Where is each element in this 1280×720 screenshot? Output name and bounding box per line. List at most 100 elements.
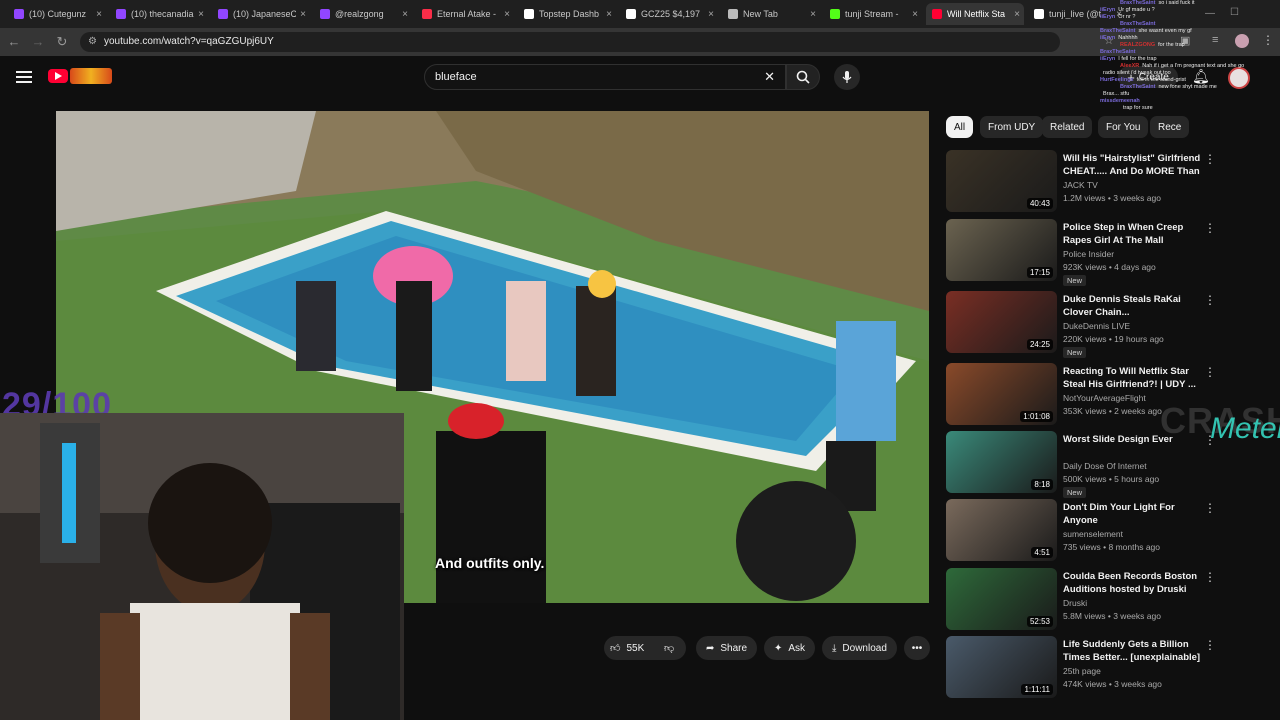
- video-title[interactable]: Police Step in When Creep Rapes Girl At …: [1063, 221, 1203, 247]
- browser-tab[interactable]: (10) thecanadia ×: [110, 3, 208, 25]
- chat-text: Nahhhh: [1118, 35, 1138, 41]
- channel-name[interactable]: 25th page: [1063, 666, 1101, 676]
- channel-name[interactable]: sumenselement: [1063, 529, 1123, 539]
- chat-message: BraxTheSaint: [1070, 49, 1280, 56]
- chat-text: Ur gf made u ?: [1118, 7, 1155, 13]
- forward-icon[interactable]: →: [30, 34, 46, 50]
- close-tab-icon[interactable]: ×: [704, 9, 718, 20]
- browser-tab[interactable]: Topstep Dashb ×: [518, 3, 616, 25]
- tab-title: (10) Cutegunz: [29, 9, 87, 19]
- video-meta: 500K views • 5 hours ago: [1063, 474, 1160, 484]
- youtube-logo[interactable]: [48, 68, 112, 86]
- channel-name[interactable]: NotYourAverageFlight: [1063, 393, 1146, 403]
- close-tab-icon[interactable]: ×: [806, 9, 820, 20]
- recommended-video[interactable]: 17:15 Police Step in When Creep Rapes Gir…: [946, 219, 1266, 286]
- recommended-video[interactable]: 52:53 Coulda Been Records Boston Audition…: [946, 568, 1266, 632]
- video-title[interactable]: Duke Dennis Steals RaKai Clover Chain...: [1063, 293, 1203, 319]
- more-options-icon[interactable]: ⋮: [1204, 501, 1216, 515]
- more-options-icon[interactable]: ⋮: [1204, 293, 1216, 307]
- video-duration: 1:01:08: [1020, 411, 1053, 422]
- channel-name[interactable]: Druski: [1063, 598, 1087, 608]
- browser-tab[interactable]: GCZ25 $4,197 ×: [620, 3, 718, 25]
- close-tab-icon[interactable]: ×: [602, 9, 616, 20]
- channel-name[interactable]: Police Insider: [1063, 249, 1114, 259]
- more-actions-button[interactable]: •••: [904, 636, 930, 660]
- more-options-icon[interactable]: ⋮: [1204, 570, 1216, 584]
- browser-tab[interactable]: Eternal Atake - ×: [416, 3, 514, 25]
- ask-button[interactable]: ✦ Ask: [764, 636, 816, 660]
- video-thumbnail[interactable]: 24:25: [946, 291, 1057, 353]
- recommended-video[interactable]: 24:25 Duke Dennis Steals RaKai Clover Cha…: [946, 291, 1266, 358]
- tab-favicon-icon: [728, 9, 738, 19]
- video-duration: 1:11:11: [1021, 684, 1053, 695]
- close-tab-icon[interactable]: ×: [398, 9, 412, 20]
- chat-text: so i said fuck it: [1158, 0, 1195, 6]
- dislike-button[interactable]: 👎︎: [656, 636, 686, 660]
- browser-tab[interactable]: New Tab ×: [722, 3, 820, 25]
- browser-tab[interactable]: @realzgong ×: [314, 3, 412, 25]
- video-meta: 923K views • 4 days ago: [1063, 262, 1156, 272]
- like-count: 55K: [626, 642, 645, 654]
- video-thumbnail[interactable]: 1:11:11: [946, 636, 1057, 698]
- more-options-icon[interactable]: ⋮: [1204, 638, 1216, 652]
- hamburger-menu-icon[interactable]: [16, 68, 32, 86]
- search-query-text: blueface: [435, 71, 477, 83]
- filter-chip[interactable]: All: [946, 116, 974, 138]
- video-title[interactable]: Don't Dim Your Light For Anyone: [1063, 501, 1203, 527]
- download-button[interactable]: ⤓ Download: [822, 636, 897, 660]
- chat-message: BraxTheSaint so i said fuck it: [1070, 0, 1280, 7]
- tab-title: New Tab: [743, 9, 778, 19]
- tab-title: Eternal Atake -: [437, 9, 497, 19]
- tab-title: @realzgong: [335, 9, 384, 19]
- video-thumbnail[interactable]: 4:51: [946, 499, 1057, 561]
- close-tab-icon[interactable]: ×: [1010, 9, 1024, 20]
- site-info-icon[interactable]: ⚙: [88, 36, 97, 47]
- chat-username: BraxTheSaint: [1100, 49, 1136, 55]
- close-tab-icon[interactable]: ×: [92, 9, 106, 20]
- ask-label: Ask: [788, 642, 806, 654]
- search-button[interactable]: [786, 64, 820, 90]
- clear-search-icon[interactable]: ✕: [764, 69, 775, 85]
- video-thumbnail[interactable]: 8:18: [946, 431, 1057, 493]
- chat-message: iiEryn Ur gf made u ?: [1070, 7, 1280, 14]
- video-duration: 4:51: [1031, 547, 1053, 558]
- video-title[interactable]: Life Suddenly Gets a Billion Times Bette…: [1063, 638, 1203, 664]
- filter-chip[interactable]: From UDY: [980, 116, 1044, 138]
- video-thumbnail[interactable]: 52:53: [946, 568, 1057, 630]
- recommended-video[interactable]: 1:11:11 Life Suddenly Gets a Billion Time…: [946, 636, 1266, 700]
- channel-name[interactable]: DukeDennis LIVE: [1063, 321, 1130, 331]
- video-title[interactable]: Coulda Been Records Boston Auditions hos…: [1063, 570, 1203, 596]
- browser-tab[interactable]: Will Netflix Sta ×: [926, 3, 1024, 25]
- like-button[interactable]: 👍︎ 55K: [604, 636, 656, 660]
- browser-tab[interactable]: (10) JapaneseC ×: [212, 3, 310, 25]
- reload-icon[interactable]: ↻: [54, 34, 70, 50]
- video-thumbnail[interactable]: 1:01:08: [946, 363, 1057, 425]
- close-tab-icon[interactable]: ×: [296, 9, 310, 20]
- chat-message: iiEryn I fell for the trap: [1070, 56, 1280, 63]
- video-title[interactable]: Reacting To Will Netflix Star Steal His …: [1063, 365, 1203, 391]
- channel-name[interactable]: JACK TV: [1063, 180, 1098, 190]
- browser-tab[interactable]: (10) Cutegunz ×: [8, 3, 106, 25]
- close-tab-icon[interactable]: ×: [500, 9, 514, 20]
- close-tab-icon[interactable]: ×: [194, 9, 208, 20]
- channel-name[interactable]: Daily Dose Of Internet: [1063, 461, 1147, 471]
- search-icon: [796, 70, 810, 84]
- voice-search-button[interactable]: [834, 64, 860, 90]
- share-button[interactable]: ➦ Share: [696, 636, 758, 660]
- meter-overlay-text: Meter: [1210, 412, 1280, 445]
- video-meta: 220K views • 19 hours ago: [1063, 334, 1164, 344]
- recommended-video[interactable]: 4:51 Don't Dim Your Light For Anyone sumen…: [946, 499, 1266, 563]
- search-input[interactable]: blueface ✕: [424, 64, 786, 90]
- address-bar[interactable]: ⚙ youtube.com/watch?v=qaGZGUpj6UY: [80, 32, 1060, 52]
- back-icon[interactable]: ←: [6, 34, 22, 50]
- browser-tab[interactable]: tunji Stream - ×: [824, 3, 922, 25]
- more-options-icon[interactable]: ⋮: [1204, 365, 1216, 379]
- chat-username: iiEryn: [1100, 14, 1116, 20]
- video-thumbnail[interactable]: 40:43: [946, 150, 1057, 212]
- video-meta: 5.8M views • 3 weeks ago: [1063, 611, 1161, 621]
- more-options-icon[interactable]: ⋮: [1204, 221, 1216, 235]
- close-tab-icon[interactable]: ×: [908, 9, 922, 20]
- video-thumbnail[interactable]: 17:15: [946, 219, 1057, 281]
- chat-username: iiEryn: [1100, 56, 1116, 62]
- chat-text: Nah if i get a I'm pregnant text and she…: [1142, 63, 1245, 69]
